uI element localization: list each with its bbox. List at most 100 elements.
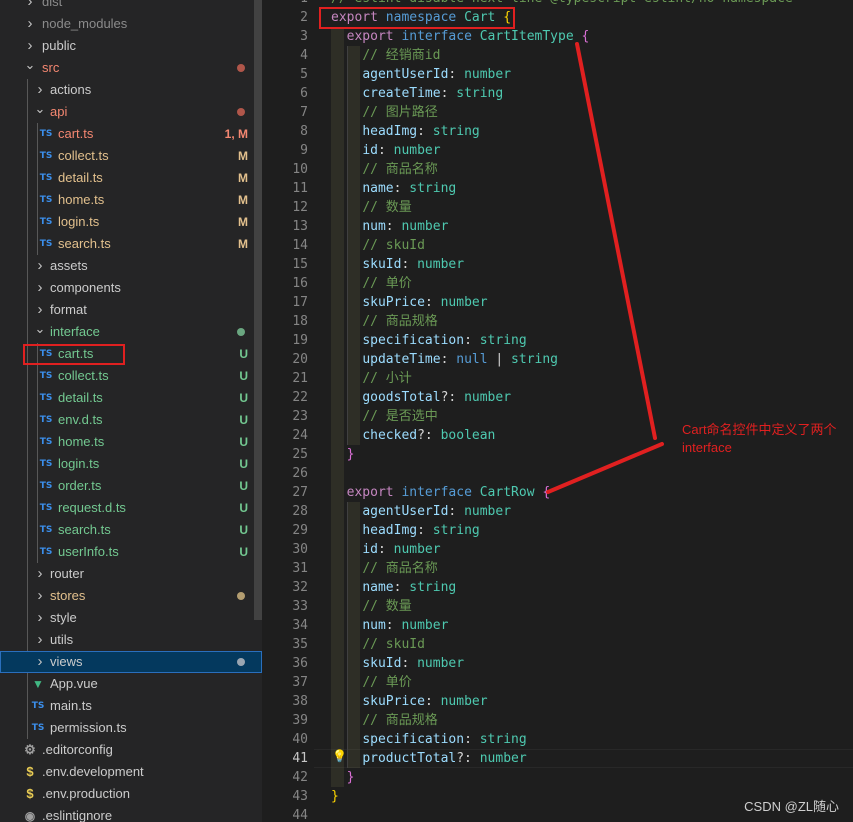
code-line[interactable]: name: string xyxy=(331,179,456,198)
chevron-right-icon[interactable]: › xyxy=(34,607,46,629)
code-line[interactable]: // 商品规格 xyxy=(331,711,437,730)
tree-item-env-production[interactable]: $ .env.production xyxy=(0,783,262,805)
chevron-down-icon[interactable]: ⌄ xyxy=(34,98,46,120)
code-line[interactable]: export interface CartRow { xyxy=(331,483,551,502)
code-token: : xyxy=(424,295,441,310)
code-line[interactable]: // 数量 xyxy=(331,597,411,616)
tree-item-src[interactable]: ⌄ src xyxy=(0,57,262,79)
code-line[interactable]: agentUserId: number xyxy=(331,65,511,84)
code-line[interactable]: skuPrice: number xyxy=(331,293,487,312)
code-line[interactable]: } xyxy=(331,787,339,806)
tree-item-cart-ts[interactable]: TS cart.ts 1, M xyxy=(0,123,262,145)
tree-item-main-ts[interactable]: TS main.ts xyxy=(0,695,262,717)
chevron-right-icon[interactable]: › xyxy=(34,255,46,277)
tree-item-editorconfig[interactable]: ⚙ .editorconfig xyxy=(0,739,262,761)
code-editor[interactable]: // eslint-disable-next-line @typescript-… xyxy=(314,0,853,822)
chevron-right-icon[interactable]: › xyxy=(34,563,46,585)
tree-item-detail-ts[interactable]: TS detail.ts M xyxy=(0,167,262,189)
tree-item-order-ts[interactable]: TS order.ts U xyxy=(0,475,262,497)
tree-item-dist[interactable]: › dist xyxy=(0,0,262,13)
code-line[interactable]: // 单价 xyxy=(331,673,411,692)
code-line[interactable]: checked?: boolean xyxy=(331,426,495,445)
code-line[interactable]: productTotal?: number xyxy=(331,749,526,768)
sidebar-scrollbar[interactable] xyxy=(254,0,262,620)
tree-item-collect-ts[interactable]: TS collect.ts M xyxy=(0,145,262,167)
code-token: : xyxy=(464,333,480,348)
code-line[interactable]: } xyxy=(331,445,355,464)
code-line[interactable]: // 小计 xyxy=(331,369,411,388)
code-line[interactable]: } xyxy=(331,768,355,787)
tree-item-home-ts[interactable]: TS home.ts U xyxy=(0,431,262,453)
code-line[interactable]: // 图片路径 xyxy=(331,103,437,122)
tree-item-label: permission.ts xyxy=(50,720,127,735)
code-line[interactable]: id: number xyxy=(331,141,440,160)
chevron-right-icon[interactable]: › xyxy=(24,0,36,13)
tree-item-assets[interactable]: › assets xyxy=(0,255,262,277)
code-line[interactable]: export interface CartItemType { xyxy=(331,27,590,46)
code-line[interactable]: // eslint-disable-next-line @typescript-… xyxy=(331,0,793,8)
tree-item-api[interactable]: ⌄ api xyxy=(0,101,262,123)
line-number: 1 xyxy=(268,0,308,8)
code-line[interactable]: skuId: number xyxy=(331,654,464,673)
code-line[interactable]: num: number xyxy=(331,217,448,236)
tree-item-login-ts[interactable]: TS login.ts M xyxy=(0,211,262,233)
code-line[interactable]: agentUserId: number xyxy=(331,502,511,521)
code-line[interactable]: // 数量 xyxy=(331,198,411,217)
tree-item-label: utils xyxy=(50,632,74,647)
code-line[interactable]: specification: string xyxy=(331,331,526,350)
code-token: export xyxy=(331,10,378,25)
code-line[interactable]: specification: string xyxy=(331,730,526,749)
code-line[interactable]: // skuId xyxy=(331,236,425,255)
chevron-down-icon[interactable]: ⌄ xyxy=(24,54,36,76)
code-line[interactable]: // 经销商id xyxy=(331,46,440,65)
tree-item-search-ts[interactable]: TS search.ts U xyxy=(0,519,262,541)
tree-item-env-d-ts[interactable]: TS env.d.ts U xyxy=(0,409,262,431)
tree-item-components[interactable]: › components xyxy=(0,277,262,299)
tree-item-search-ts[interactable]: TS search.ts M xyxy=(0,233,262,255)
chevron-right-icon[interactable]: › xyxy=(34,585,46,607)
tree-item-eslintignore[interactable]: ◉ .eslintignore xyxy=(0,805,262,822)
tree-item-stores[interactable]: › stores xyxy=(0,585,262,607)
tree-item-utils[interactable]: › utils xyxy=(0,629,262,651)
code-line[interactable]: skuPrice: number xyxy=(331,692,487,711)
code-line[interactable]: headImg: string xyxy=(331,122,479,141)
code-line[interactable]: num: number xyxy=(331,616,448,635)
code-line[interactable]: createTime: string xyxy=(331,84,503,103)
tree-item-detail-ts[interactable]: TS detail.ts U xyxy=(0,387,262,409)
code-line[interactable]: // skuId xyxy=(331,635,425,654)
tree-item-request-d-ts[interactable]: TS request.d.ts U xyxy=(0,497,262,519)
chevron-right-icon[interactable]: › xyxy=(34,651,46,673)
code-line[interactable]: // 是否选中 xyxy=(331,407,437,426)
code-line[interactable]: goodsTotal?: number xyxy=(331,388,511,407)
tree-item-style[interactable]: › style xyxy=(0,607,262,629)
chevron-right-icon[interactable]: › xyxy=(34,277,46,299)
tree-item-node-modules[interactable]: › node_modules xyxy=(0,13,262,35)
code-line[interactable]: // 单价 xyxy=(331,274,411,293)
tree-item-home-ts[interactable]: TS home.ts M xyxy=(0,189,262,211)
code-line[interactable]: headImg: string xyxy=(331,521,479,540)
tree-item-env-development[interactable]: $ .env.development xyxy=(0,761,262,783)
tree-item-permission-ts[interactable]: TS permission.ts xyxy=(0,717,262,739)
tree-item-views[interactable]: › views xyxy=(0,651,262,673)
chevron-down-icon[interactable]: ⌄ xyxy=(34,318,46,340)
lightbulb-icon[interactable]: 💡 xyxy=(332,749,347,763)
code-line[interactable]: id: number xyxy=(331,540,440,559)
chevron-right-icon[interactable]: › xyxy=(34,629,46,651)
tree-item-collect-ts[interactable]: TS collect.ts U xyxy=(0,365,262,387)
chevron-right-icon[interactable]: › xyxy=(24,13,36,35)
tree-item-router[interactable]: › router xyxy=(0,563,262,585)
tree-item-login-ts[interactable]: TS login.ts U xyxy=(0,453,262,475)
code-line[interactable]: // 商品名称 xyxy=(331,559,437,578)
code-line[interactable]: updateTime: null | string xyxy=(331,350,558,369)
tree-item-interface[interactable]: ⌄ interface xyxy=(0,321,262,343)
tree-item-public[interactable]: › public xyxy=(0,35,262,57)
code-line[interactable]: skuId: number xyxy=(331,255,464,274)
code-line[interactable]: export namespace Cart { xyxy=(331,8,511,27)
code-line[interactable]: // 商品规格 xyxy=(331,312,437,331)
tree-item-app-vue[interactable]: ▼ App.vue xyxy=(0,673,262,695)
tree-item-userinfo-ts[interactable]: TS userInfo.ts U xyxy=(0,541,262,563)
code-line[interactable]: name: string xyxy=(331,578,456,597)
code-line[interactable]: // 商品名称 xyxy=(331,160,437,179)
